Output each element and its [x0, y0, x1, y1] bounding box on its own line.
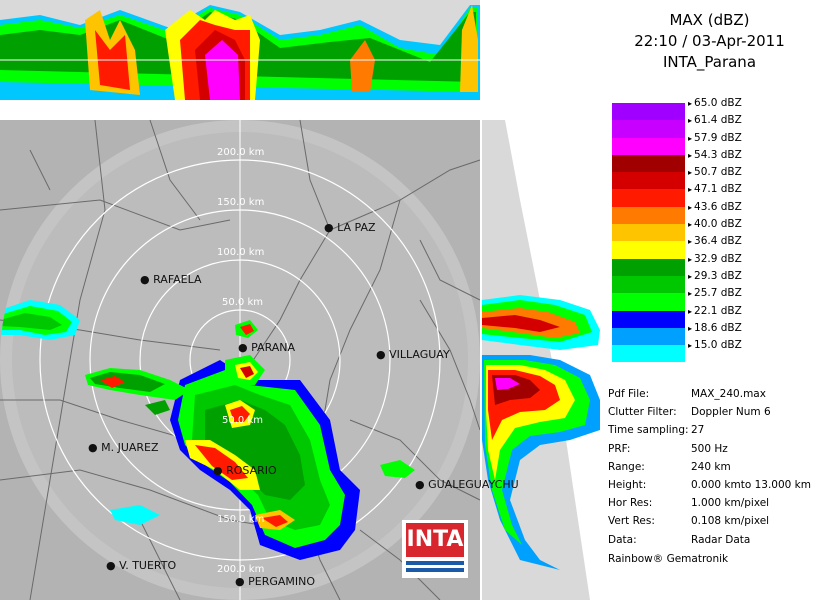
legend-swatch	[612, 275, 685, 294]
city-rosario: ● ROSARIO	[213, 464, 277, 477]
legend-swatch	[612, 120, 685, 138]
legend-label: 54.3 dBZ	[688, 149, 742, 161]
city-parana: ● PARANA	[238, 341, 296, 354]
range-label-150-south: 150.0 km	[217, 514, 265, 525]
legend-label: 40.0 dBZ	[688, 218, 742, 230]
legend-label: 57.9 dBZ	[688, 132, 742, 144]
range-label-150: 150.0 km	[217, 197, 265, 208]
legend-label: 43.6 dBZ	[688, 201, 742, 213]
range-label-200: 200.0 km	[217, 147, 265, 158]
legend-swatch	[612, 189, 685, 207]
top-height-label: 13.0 km	[552, 8, 593, 19]
legend-label: 22.1 dBZ	[688, 305, 742, 317]
logo-stripe	[406, 561, 464, 565]
product-title: MAX (dBZ) 22:10 / 03-Apr-2011 INTA_Paran…	[600, 10, 819, 73]
city-villaguay: ● VILLAGUAY	[376, 348, 450, 361]
info-key: Clutter Filter:	[608, 406, 677, 419]
legend-swatch	[612, 241, 685, 259]
legend-label: 29.3 dBZ	[688, 270, 742, 282]
radar-image-panel: 13.0 km 0.0 km 50.0 km 100.0 km 150.0 km…	[0, 0, 600, 600]
legend-label: 25.7 dBZ	[688, 287, 742, 299]
info-key: Time sampling:	[608, 424, 689, 437]
info-value: 0.000 kmto 13.000 km	[691, 478, 811, 491]
product-site: INTA_Parana	[662, 53, 757, 71]
legend-swatch	[612, 327, 685, 346]
info-key: Range:	[608, 460, 645, 473]
legend-label: 32.9 dBZ	[688, 253, 742, 265]
legend-label: 61.4 dBZ	[688, 114, 742, 126]
legend-label: 65.0 dBZ	[688, 97, 742, 109]
legend-swatch	[612, 137, 685, 155]
info-value: Doppler Num 6	[691, 406, 771, 419]
range-label-50-south: 50.0 km	[222, 415, 263, 426]
info-key: PRF:	[608, 442, 631, 455]
info-value: MAX_240.max	[691, 388, 766, 400]
info-key: Height:	[608, 478, 647, 491]
city-m-juarez: ● M. JUAREZ	[88, 441, 159, 454]
legend-swatch	[612, 293, 685, 311]
info-value: 240 km	[691, 460, 731, 473]
legend-label: 18.6 dBZ	[688, 322, 742, 334]
info-value: Radar Data	[691, 533, 751, 546]
info-value: 1.000 km/pixel	[691, 497, 770, 510]
info-key: Hor Res:	[608, 497, 653, 510]
footer-credit: Rainbow® Gematronik	[608, 553, 729, 565]
range-label-200-south: 200.0 km	[217, 564, 265, 575]
city-pergamino: ● PERGAMINO	[235, 575, 316, 588]
legend-label: 50.7 dBZ	[688, 166, 742, 178]
info-value: 0.108 km/pixel	[691, 515, 770, 528]
info-value: 27	[691, 424, 705, 437]
product-name: MAX (dBZ)	[669, 11, 750, 29]
legend-swatch	[612, 172, 685, 190]
info-key: Data:	[608, 533, 637, 546]
range-label-50: 50.0 km	[222, 297, 263, 308]
legend-swatch	[612, 345, 685, 363]
info-key: Vert Res:	[608, 515, 655, 528]
legend-swatch	[612, 206, 685, 225]
city-gualeguaychu: ● GUALEGUAYCHU	[415, 478, 519, 491]
city-la-paz: ● LA PAZ	[324, 221, 376, 234]
legend-label: 47.1 dBZ	[688, 183, 742, 195]
legend-swatch	[612, 154, 685, 173]
radar-map	[0, 0, 600, 600]
inta-logo: INTA	[402, 520, 468, 578]
product-datetime: 22:10 / 03-Apr-2011	[634, 32, 785, 50]
info-key: Pdf File:	[608, 388, 650, 400]
legend-swatch	[612, 224, 685, 242]
city-v-tuerto: ● V. TUERTO	[106, 559, 177, 572]
legend-swatch	[612, 310, 685, 328]
bottom-height-label: 0.0 km	[486, 100, 521, 111]
range-label-100: 100.0 km	[217, 247, 265, 258]
legend-swatch	[612, 258, 685, 276]
legend-swatch	[612, 103, 685, 121]
legend-label: 36.4 dBZ	[688, 235, 742, 247]
info-value: 500 Hz	[691, 442, 728, 455]
legend-label: 15.0 dBZ	[688, 339, 742, 351]
logo-stripe	[406, 568, 464, 572]
city-rafaela: ● RAFAELA	[140, 273, 202, 286]
inta-logo-text: INTA	[406, 523, 464, 557]
